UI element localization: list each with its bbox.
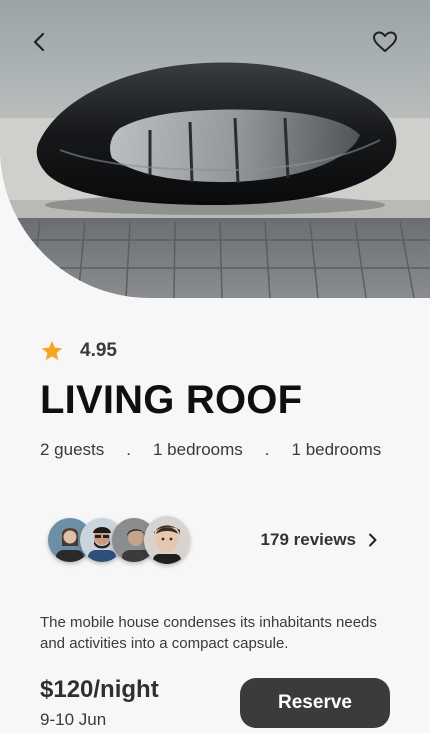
heart-outline-icon [373,31,397,52]
reviews-count: 179 reviews [260,530,356,549]
spec-separator: . [126,440,131,459]
rating-value: 4.95 [80,340,117,361]
favorite-button[interactable] [372,30,398,54]
avatar [144,516,190,564]
hero-image [0,0,430,298]
capsule-house-photo [0,0,430,298]
spec-separator: . [264,440,270,459]
reserve-button[interactable]: Reserve [240,678,390,728]
rating: 4.95 [40,339,117,363]
listing-specs: 2 guests . 1 bedrooms . 1 bedrooms [40,440,381,460]
guests-count: 2 guests [40,440,105,459]
listing-description: The mobile house condenses its inhabitan… [40,614,377,652]
bedrooms-count: 1 bedrooms [153,440,243,459]
reviewer-avatars[interactable] [48,516,198,568]
avatar-image [144,516,190,564]
back-button[interactable] [28,30,52,54]
listing-title: LIVING ROOF [40,378,303,422]
price-per-night: $120/night [40,676,159,703]
reviews-link[interactable]: 179 reviews [261,530,380,550]
booking-dates: 9-10 Jun [40,710,107,729]
star-icon [41,340,63,361]
bedrooms-count-secondary: 1 bedrooms [291,440,382,459]
chevron-right-icon [369,533,377,547]
chevron-left-icon [33,32,45,52]
